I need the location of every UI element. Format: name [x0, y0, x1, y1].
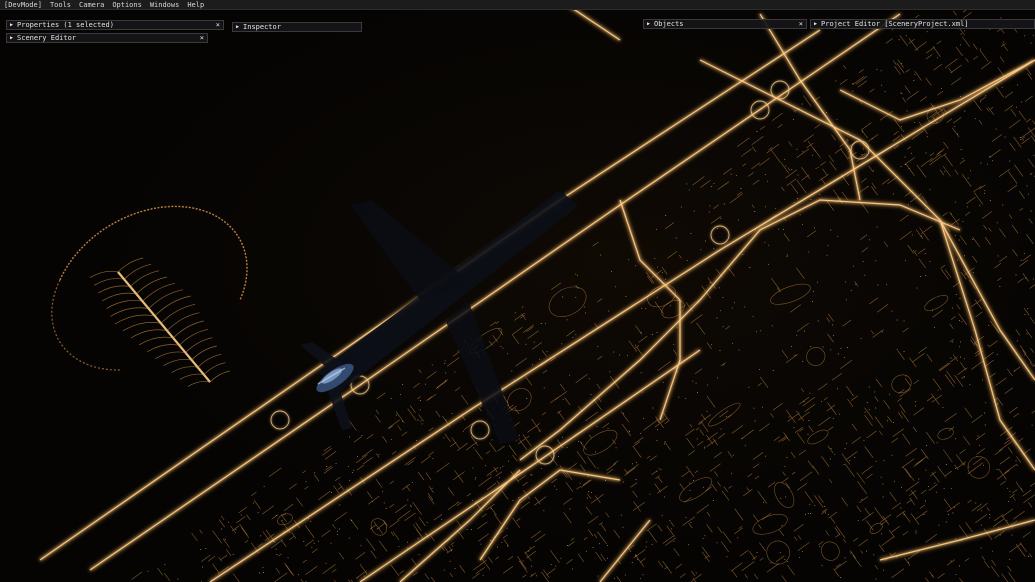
- project-editor-panel-title: Project Editor [SceneryProject.xml]: [821, 20, 969, 28]
- menu-tools[interactable]: Tools: [50, 0, 71, 10]
- menu-windows[interactable]: Windows: [150, 0, 180, 10]
- expand-triangle-icon[interactable]: ▶: [647, 21, 650, 27]
- menu-devmode[interactable]: [DevMode]: [4, 0, 42, 10]
- inspector-panel-title: Inspector: [243, 23, 281, 31]
- menu-options[interactable]: Options: [112, 0, 142, 10]
- night-city-map: [0, 0, 1035, 582]
- properties-panel-title: Properties (1 selected): [17, 21, 114, 29]
- close-icon[interactable]: ×: [799, 20, 803, 28]
- close-icon[interactable]: ×: [216, 21, 220, 29]
- expand-triangle-icon[interactable]: ▶: [236, 24, 239, 30]
- menu-bar: [DevMode] Tools Camera Options Windows H…: [0, 0, 1035, 10]
- inspector-panel[interactable]: ▶ Inspector: [232, 22, 362, 32]
- menu-help[interactable]: Help: [187, 0, 204, 10]
- menu-camera[interactable]: Camera: [79, 0, 104, 10]
- expand-triangle-icon[interactable]: ▶: [10, 35, 13, 41]
- expand-triangle-icon[interactable]: ▶: [814, 21, 817, 27]
- project-editor-panel[interactable]: ▶ Project Editor [SceneryProject.xml]: [810, 19, 1035, 29]
- scenery-editor-panel[interactable]: ▶ Scenery Editor ×: [6, 33, 208, 43]
- objects-panel-title: Objects: [654, 20, 684, 28]
- scenery-viewport[interactable]: [0, 0, 1035, 582]
- scenery-editor-panel-title: Scenery Editor: [17, 34, 77, 42]
- expand-triangle-icon[interactable]: ▶: [10, 22, 13, 28]
- objects-panel[interactable]: ▶ Objects ×: [643, 19, 807, 29]
- close-icon[interactable]: ×: [200, 34, 204, 42]
- properties-panel[interactable]: ▶ Properties (1 selected) ×: [6, 20, 224, 30]
